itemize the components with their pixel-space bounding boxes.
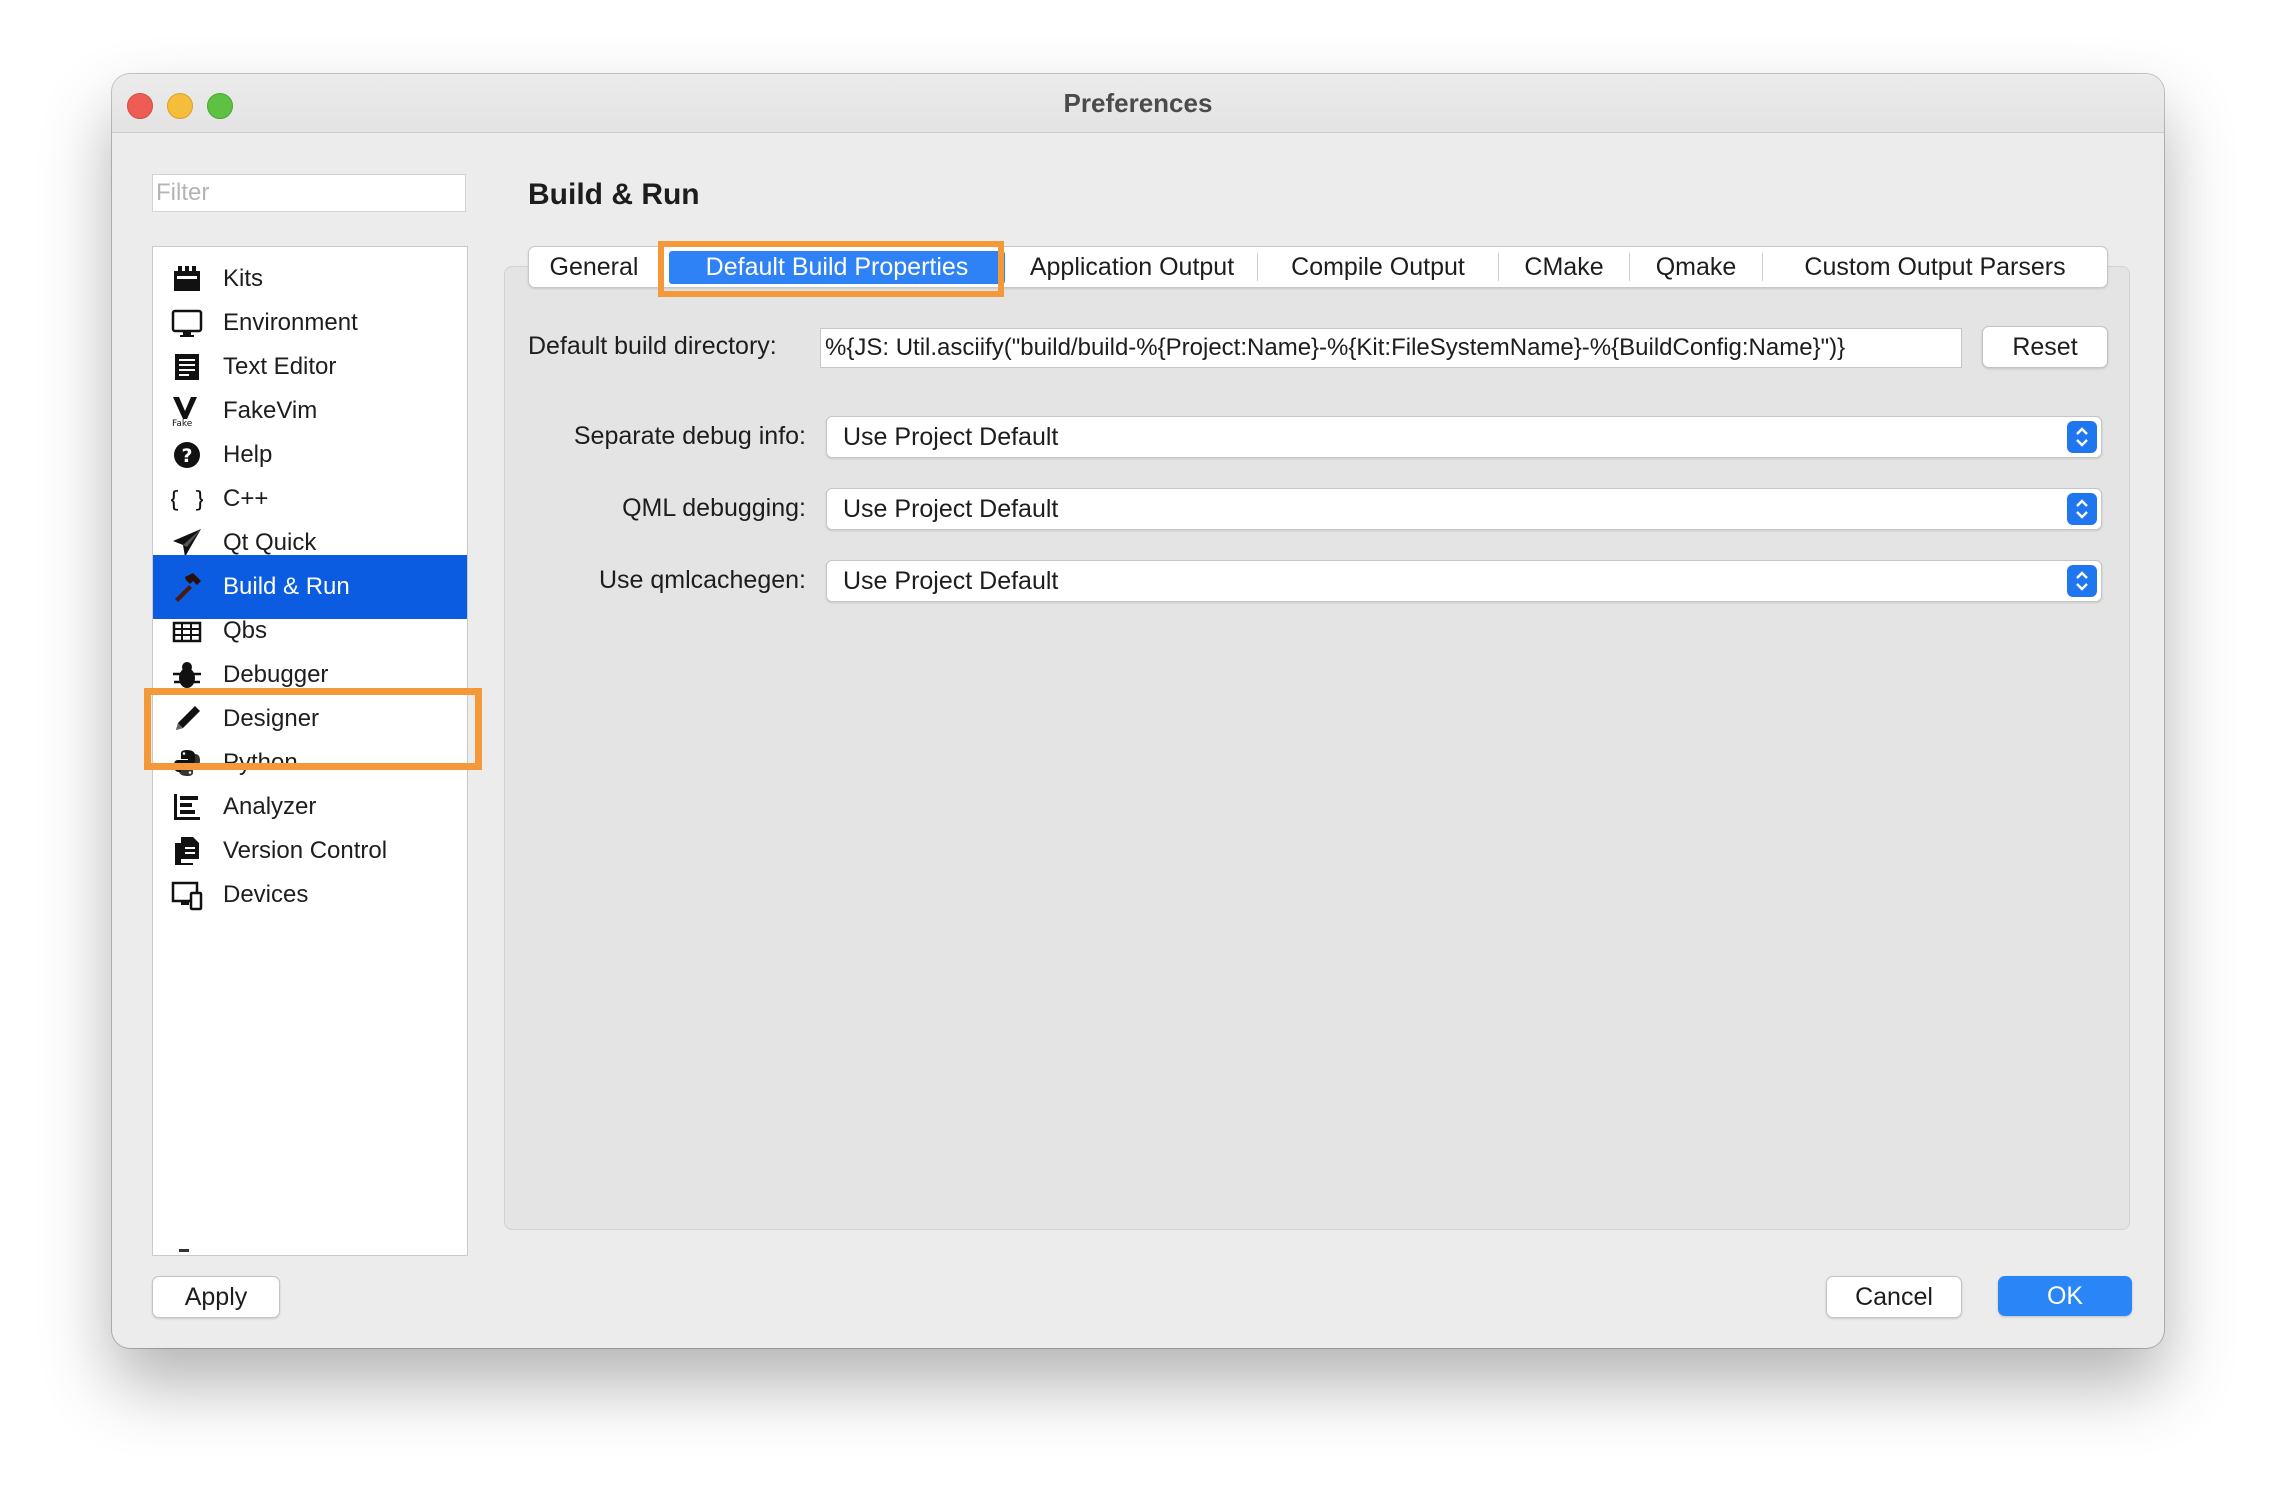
chevron-up-down-icon [2067,421,2097,453]
cancel-button[interactable]: Cancel [1826,1276,1962,1318]
tab-default-build-properties[interactable]: Default Build Properties [669,251,1005,284]
sidebar-item-label: Text Editor [223,353,337,380]
select-value: Use Project Default [843,423,1059,451]
window-title: Preferences [1063,88,1213,118]
sidebar-item-label: Qbs [223,617,268,644]
reset-button[interactable]: Reset [1982,326,2108,368]
settings-panel [504,266,2130,1230]
build-directory-field[interactable]: %{JS: Util.asciify("build/build-%{Projec… [820,328,1962,368]
ok-button[interactable]: OK [1998,1276,2132,1316]
tab-general[interactable]: General [529,247,659,287]
svg-text:?: ? [181,445,192,467]
sidebar-item-label: Version Control [223,837,388,864]
page-title: Build & Run [528,178,700,211]
devices-icon [171,879,203,911]
preferences-window: Preferences Kits Environment Text Editor… [112,74,2164,1348]
sidebar-item-label: Devices [223,881,309,908]
sidebar-item-label: Build & Run [223,573,350,600]
qml-debugging-label: QML debugging: [622,494,806,522]
apply-button[interactable]: Apply [152,1276,280,1318]
more-items-indicator [179,1249,189,1252]
separate-debug-info-label: Separate debug info: [573,422,806,450]
sidebar-item-label: FakeVim [223,397,318,424]
sidebar-item-label: C++ [223,485,269,512]
chevron-up-down-icon [2067,493,2097,525]
sidebar-item-label: Kits [223,265,264,292]
sidebar-item-label: Python [223,749,298,776]
title-bar: Preferences [112,74,2164,133]
tab-cmake[interactable]: CMake [1499,247,1629,287]
qml-debugging-select[interactable]: Use Project Default [826,488,2102,530]
build-directory-label: Default build directory: [528,332,777,360]
category-list: Kits Environment Text Editor Fake FakeVi… [152,246,468,1256]
tab-application-output[interactable]: Application Output [1007,247,1257,287]
sidebar-item-devices[interactable]: Devices [153,863,467,927]
sidebar-item-label: Qt Quick [223,529,317,556]
tab-bar: General Default Build Properties Applica… [528,246,2108,288]
sidebar-item-label: Help [223,441,273,468]
tab-custom-output-parsers[interactable]: Custom Output Parsers [1763,247,2107,287]
filter-input[interactable] [152,174,466,212]
use-qmlcachegen-select[interactable]: Use Project Default [826,560,2102,602]
svg-text:{ }: { } [171,488,203,513]
sidebar-item-label: Debugger [223,661,329,688]
chevron-up-down-icon [2067,565,2097,597]
build-directory-value: %{JS: Util.asciify("build/build-%{Projec… [825,334,1846,361]
sidebar-item-label: Designer [223,705,320,732]
sidebar-item-label: Analyzer [223,793,317,820]
select-value: Use Project Default [843,495,1059,523]
use-qmlcachegen-label: Use qmlcachegen: [598,566,806,594]
separate-debug-info-select[interactable]: Use Project Default [826,416,2102,458]
select-value: Use Project Default [843,567,1059,595]
tab-compile-output[interactable]: Compile Output [1258,247,1498,287]
sidebar-item-label: Environment [223,309,358,336]
tab-qmake[interactable]: Qmake [1630,247,1762,287]
